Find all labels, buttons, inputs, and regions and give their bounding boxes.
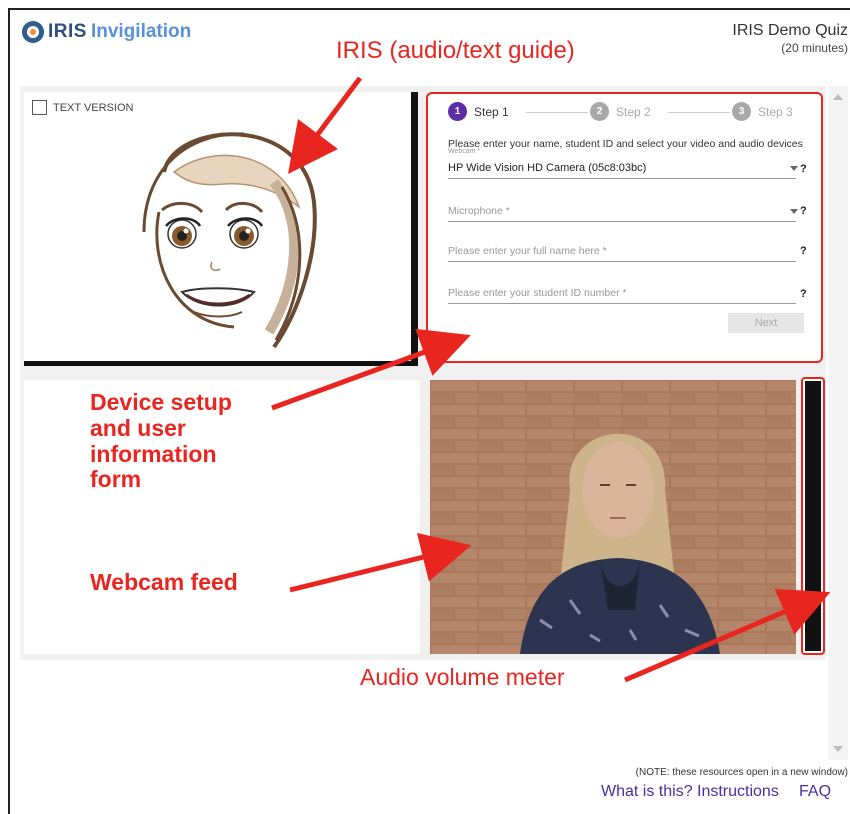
full-name-help-button[interactable]: ? bbox=[800, 245, 807, 257]
quiz-title: IRIS Demo Quiz bbox=[732, 22, 848, 39]
annotation-webcam-feed: Webcam feed bbox=[90, 569, 238, 595]
iris-logo: IRIS Invigilation bbox=[22, 21, 191, 43]
logo-strong-text: IRIS bbox=[48, 21, 87, 42]
step-2[interactable]: 2 Step 2 bbox=[590, 102, 651, 121]
annotation-iris-guide: IRIS (audio/text guide) bbox=[336, 37, 575, 64]
webcam-help-button[interactable]: ? bbox=[800, 163, 807, 175]
step-3-circle: 3 bbox=[732, 102, 751, 121]
iris-logo-icon bbox=[22, 21, 44, 43]
step-connector bbox=[668, 112, 730, 113]
chevron-down-icon[interactable] bbox=[790, 209, 798, 214]
device-setup-form: 1 Step 1 2 Step 2 3 Step 3 Please enter … bbox=[426, 92, 823, 363]
iris-avatar-face bbox=[142, 132, 317, 349]
step-3[interactable]: 3 Step 3 bbox=[732, 102, 793, 121]
logo-light-text: Invigilation bbox=[90, 21, 192, 42]
step-2-circle: 2 bbox=[590, 102, 609, 121]
microphone-placeholder: Microphone * bbox=[448, 205, 510, 217]
resources-note: (NOTE: these resources open in a new win… bbox=[635, 767, 848, 778]
webcam-selected-value: HP Wide Vision HD Camera (05c8:03bc) bbox=[448, 162, 647, 174]
full-name-input[interactable]: Please enter your full name here * bbox=[448, 240, 796, 262]
annotation-device-line-2: and user bbox=[90, 414, 186, 441]
chevron-down-icon[interactable] bbox=[790, 166, 798, 171]
student-id-help-button[interactable]: ? bbox=[800, 288, 807, 300]
student-id-input[interactable]: Please enter your student ID number * bbox=[448, 282, 796, 304]
text-version-checkbox[interactable] bbox=[32, 100, 47, 115]
step-2-label: Step 2 bbox=[616, 104, 651, 119]
annotation-audio-meter: Audio volume meter bbox=[360, 664, 565, 690]
vertical-scrollbar[interactable] bbox=[828, 86, 848, 760]
step-3-label: Step 3 bbox=[758, 104, 793, 119]
annotation-device-line-4: form bbox=[90, 466, 142, 493]
audio-volume-meter bbox=[801, 377, 825, 655]
quiz-duration: (20 minutes) bbox=[781, 41, 848, 55]
audio-volume-level bbox=[805, 381, 821, 651]
webcam-field-label: Webcam * bbox=[448, 148, 481, 155]
scroll-up-arrow-icon[interactable] bbox=[833, 94, 843, 100]
faq-link[interactable]: FAQ bbox=[799, 783, 831, 801]
next-button[interactable]: Next bbox=[728, 313, 804, 333]
scroll-down-arrow-icon[interactable] bbox=[833, 746, 843, 752]
iris-avatar-panel: TEXT VERSION bbox=[24, 92, 418, 366]
annotation-device-line-1: Device setup bbox=[90, 389, 232, 415]
stepper: 1 Step 1 2 Step 2 3 Step 3 bbox=[448, 102, 798, 124]
instructions-link[interactable]: Instructions bbox=[697, 783, 779, 801]
step-connector bbox=[526, 112, 588, 113]
student-id-placeholder: Please enter your student ID number * bbox=[448, 287, 627, 299]
step-1-circle: 1 bbox=[448, 102, 467, 121]
annotation-device-line-3: information bbox=[90, 440, 217, 467]
annotation-device-setup: Device setup and user information form bbox=[90, 389, 232, 493]
form-instructions: Please enter your name, student ID and s… bbox=[448, 138, 803, 150]
step-1-label: Step 1 bbox=[474, 104, 509, 119]
what-is-this-link[interactable]: What is this? bbox=[601, 783, 693, 801]
full-name-placeholder: Please enter your full name here * bbox=[448, 245, 607, 257]
webcam-select[interactable]: Webcam * HP Wide Vision HD Camera (05c8:… bbox=[448, 148, 798, 179]
microphone-select[interactable]: Microphone * bbox=[448, 200, 798, 222]
step-1[interactable]: 1 Step 1 bbox=[448, 102, 509, 121]
webcam-feed bbox=[430, 380, 796, 654]
microphone-help-button[interactable]: ? bbox=[800, 205, 807, 217]
